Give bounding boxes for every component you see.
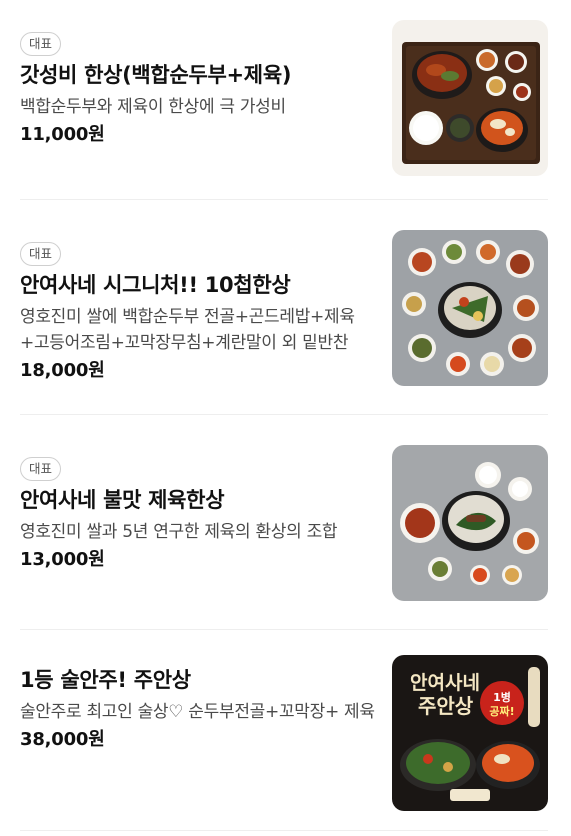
juansang-poster-photo-art: 안여사네 주안상 1병 공짜!: [392, 655, 548, 811]
menu-item-price: 18,000원: [20, 360, 105, 381]
divider: [20, 199, 548, 200]
menu-item-description: 영호진미 쌀과 5년 연구한 제육의 환상의 조합: [20, 522, 338, 542]
menu-item-photo[interactable]: 안여사네 주안상 1병 공짜!: [392, 655, 548, 811]
menu-item-info: 대표 안여사네 불맛 제육한상 영호진미 쌀과 5년 연구한 제육의 환상의 조…: [20, 445, 380, 573]
signature-badge: 대표: [20, 242, 62, 266]
spicy-pork-table-photo-art: [392, 445, 548, 601]
menu-item-info: 대표 갓성비 한상(백합순두부+제육) 백합순두부와 제육이 한상에 극 가성비…: [20, 20, 380, 148]
divider: [20, 414, 548, 415]
menu-item-photo[interactable]: [392, 230, 548, 386]
menu-item-gatsungbi-hansang[interactable]: 대표 갓성비 한상(백합순두부+제육) 백합순두부와 제육이 한상에 극 가성비…: [20, 20, 548, 176]
menu-item-photo[interactable]: [392, 20, 548, 176]
divider: [20, 629, 548, 630]
menu-item-price: 13,000원: [20, 549, 105, 570]
menu-item-price: 38,000원: [20, 729, 105, 750]
menu-item-title: 안여사네 시그니처!! 10첩한상: [20, 273, 291, 297]
menu-item-photo[interactable]: [392, 445, 548, 601]
menu-item-title: 안여사네 불맛 제육한상: [20, 488, 225, 512]
menu-item-price: 11,000원: [20, 124, 105, 145]
menu-item-info: 1등 술안주! 주안상 술안주로 최고인 술상♡ 순두부전골+꼬막장+ 제육 3…: [20, 655, 380, 753]
menu-list: 대표 갓성비 한상(백합순두부+제육) 백합순두부와 제육이 한상에 극 가성비…: [0, 0, 571, 836]
menu-item-title: 1등 술안주! 주안상: [20, 668, 191, 692]
menu-item-signature-10-dish[interactable]: 대표 안여사네 시그니처!! 10첩한상 영호진미 쌀에 백합순두부 전골+곤드…: [20, 230, 548, 386]
menu-item-juansang[interactable]: 1등 술안주! 주안상 술안주로 최고인 술상♡ 순두부전골+꼬막장+ 제육 3…: [20, 655, 548, 811]
divider: [20, 830, 548, 831]
menu-item-title: 갓성비 한상(백합순두부+제육): [20, 63, 292, 87]
menu-item-description: 백합순두부와 제육이 한상에 극 가성비: [20, 97, 286, 117]
poster-brand-text: 안여사네: [410, 672, 480, 694]
menu-item-bulmat-jeyuk[interactable]: 대표 안여사네 불맛 제육한상 영호진미 쌀과 5년 연구한 제육의 환상의 조…: [20, 445, 548, 601]
menu-item-description: 술안주로 최고인 술상♡ 순두부전골+꼬막장+ 제육: [20, 702, 375, 722]
meal-tray-photo-art: [392, 20, 548, 176]
ten-side-dish-spread-photo-art: [392, 230, 548, 386]
poster-headline-text: 주안상: [418, 694, 474, 718]
signature-badge: 대표: [20, 32, 62, 56]
poster-sticker-bottom: 공짜!: [489, 704, 514, 718]
poster-sticker-top: 1병: [493, 690, 511, 704]
signature-badge: 대표: [20, 457, 62, 481]
menu-item-info: 대표 안여사네 시그니처!! 10첩한상 영호진미 쌀에 백합순두부 전골+곤드…: [20, 230, 380, 384]
menu-item-description: 영호진미 쌀에 백합순두부 전골+곤드레밥+제육+고등어조림+꼬막장무침+계란말…: [20, 307, 355, 353]
